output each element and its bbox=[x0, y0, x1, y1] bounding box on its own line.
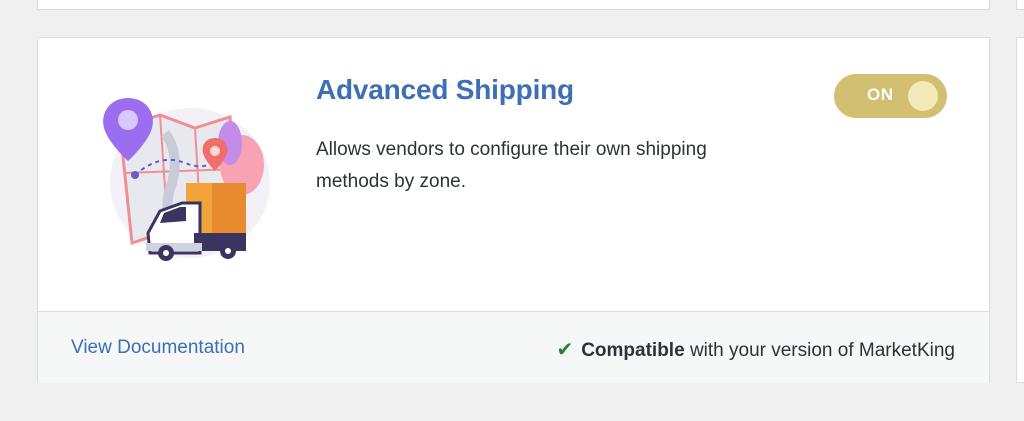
toggle-label: ON bbox=[867, 85, 894, 104]
module-description: Allows vendors to configure their own sh… bbox=[316, 139, 707, 192]
module-card-body: Advanced Shipping Allows vendors to conf… bbox=[38, 38, 989, 311]
compatible-detail: with your version of MarketKing bbox=[689, 340, 955, 361]
toggle-knob bbox=[908, 81, 938, 111]
checkmark-icon: ✔ bbox=[556, 339, 574, 361]
module-title: Advanced Shipping bbox=[316, 74, 574, 105]
compatibility-status: ✔ Compatible with your version of MarketK… bbox=[556, 337, 955, 362]
compatible-label: Compatible bbox=[581, 340, 685, 361]
previous-module-card-right bbox=[1016, 0, 1024, 10]
module-toggle[interactable]: ON bbox=[834, 74, 947, 118]
adjacent-module-card bbox=[1016, 37, 1024, 383]
shipping-map-truck-illustration bbox=[103, 98, 270, 261]
module-card: Advanced Shipping Allows vendors to conf… bbox=[37, 37, 990, 383]
previous-module-card bbox=[37, 0, 990, 10]
view-documentation-link[interactable]: View Documentation bbox=[71, 337, 245, 359]
module-card-footer: View Documentation ✔ Compatible with your… bbox=[38, 311, 989, 383]
